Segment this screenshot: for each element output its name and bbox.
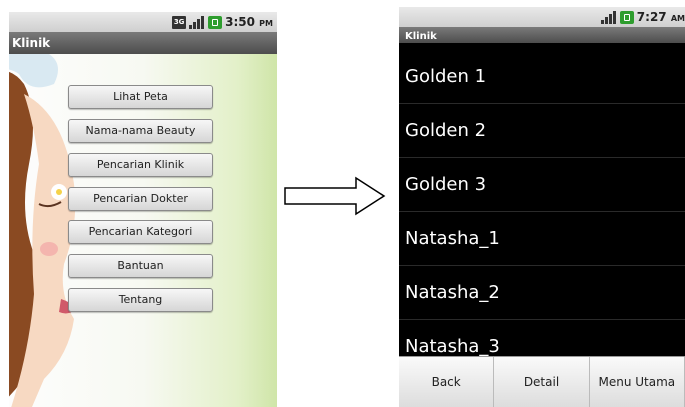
lihat-peta-button[interactable]: Lihat Peta xyxy=(68,85,213,109)
detail-button[interactable]: Detail xyxy=(494,357,590,407)
battery-icon xyxy=(619,10,634,24)
back-button[interactable]: Back xyxy=(399,357,495,407)
3g-icon: 3G xyxy=(172,15,187,29)
list-item[interactable]: Natasha_1 xyxy=(399,212,685,266)
status-bar: 7:27 AM xyxy=(399,7,685,27)
status-time: 3:50 PM xyxy=(225,15,273,29)
tentang-button[interactable]: Tentang xyxy=(68,288,213,312)
battery-icon xyxy=(208,15,223,29)
app-title: Klinik xyxy=(399,27,685,43)
app-title: Klinik xyxy=(9,32,277,54)
right-phone-screen: 7:27 AM Klinik Golden 1 Golden 2 Golden … xyxy=(399,7,685,407)
status-time: 7:27 AM xyxy=(636,10,685,24)
pencarian-kategori-button[interactable]: Pencarian Kategori xyxy=(68,220,213,244)
arrow-right-icon xyxy=(284,176,386,216)
signal-icon xyxy=(189,15,205,29)
main-menu-background: Lihat Peta Nama-nama Beauty Pencarian Kl… xyxy=(9,54,277,407)
menu-utama-button[interactable]: Menu Utama xyxy=(590,357,685,407)
pencarian-dokter-button[interactable]: Pencarian Dokter xyxy=(68,187,213,211)
signal-icon xyxy=(600,10,617,24)
pencarian-klinik-button[interactable]: Pencarian Klinik xyxy=(68,153,213,177)
bantuan-button[interactable]: Bantuan xyxy=(68,254,213,278)
left-phone-screen: 3G 3:50 PM Klinik Lihat Peta Nama-nama B… xyxy=(9,12,277,407)
list-item[interactable]: Golden 2 xyxy=(399,104,685,158)
status-bar: 3G 3:50 PM xyxy=(9,12,277,32)
nama-nama-beauty-button[interactable]: Nama-nama Beauty xyxy=(68,119,213,143)
list-item[interactable]: Golden 3 xyxy=(399,158,685,212)
list-item[interactable]: Golden 1 xyxy=(399,50,685,104)
options-menu: Back Detail Menu Utama xyxy=(399,356,685,407)
list-item[interactable]: Natasha_2 xyxy=(399,266,685,320)
